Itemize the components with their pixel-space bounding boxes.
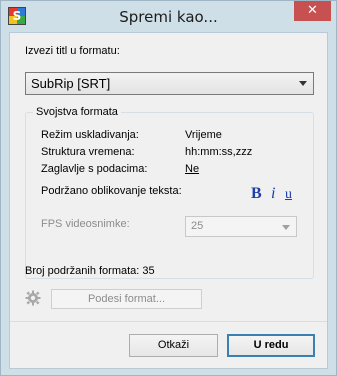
text-formatting-label: Podržano oblikovanje teksta:	[41, 185, 182, 197]
header-value-link[interactable]: Ne	[185, 163, 199, 175]
window-title: Spremi kao...	[119, 8, 218, 26]
fps-label: FPS videosnimke:	[41, 218, 130, 230]
format-properties-legend: Svojstva formata	[33, 106, 121, 118]
bold-icon: B	[251, 185, 262, 202]
sync-mode-label: Režim uskladivanja:	[41, 129, 139, 141]
gear-icon	[25, 290, 41, 306]
configure-format-button[interactable]: Podesi format...	[51, 289, 202, 309]
dialog-content: Izvezi titl u formatu: SubRip [SRT] Svoj…	[9, 32, 328, 369]
save-as-dialog: S Spremi kao... ✕ Izvezi titl u formatu:…	[0, 0, 337, 376]
fps-dropdown-value: 25	[191, 220, 204, 232]
time-structure-value: hh:mm:ss,zzz	[185, 146, 253, 158]
underline-icon: u	[285, 187, 292, 202]
cancel-button[interactable]: Otkaži	[129, 334, 218, 357]
format-dropdown[interactable]: SubRip [SRT]	[25, 72, 314, 95]
close-icon[interactable]: ✕	[294, 1, 331, 21]
time-structure-label: Struktura vremena:	[41, 146, 135, 158]
fps-dropdown[interactable]: 25	[185, 216, 297, 237]
format-dropdown-value: SubRip [SRT]	[31, 76, 111, 91]
dialog-footer: Otkaži U redu	[10, 321, 327, 368]
chevron-down-icon	[299, 81, 307, 86]
italic-icon: i	[271, 185, 276, 202]
ok-button[interactable]: U redu	[227, 334, 315, 357]
sync-mode-value: Vrijeme	[185, 129, 222, 141]
format-label: Izvezi titl u formatu:	[25, 45, 120, 57]
chevron-down-icon	[282, 225, 290, 230]
header-label: Zaglavlje s podacima:	[41, 163, 148, 175]
title-bar: S Spremi kao... ✕	[1, 1, 336, 31]
supported-formats-count: Broj podržanih formata: 35	[25, 265, 155, 277]
